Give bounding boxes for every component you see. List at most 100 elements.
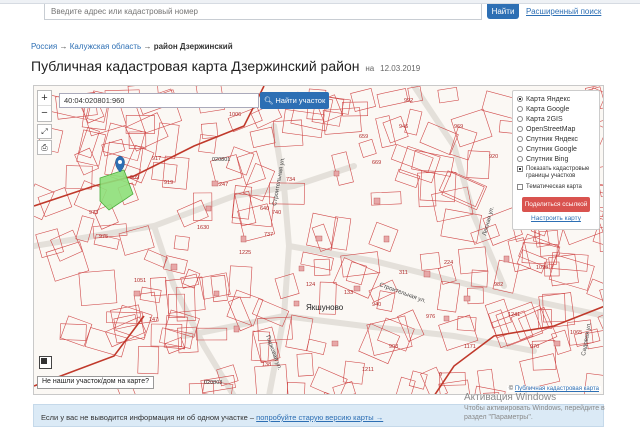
share-link-button[interactable]: Поделиться ссылкой	[522, 197, 590, 212]
parcel-number-label: 992	[404, 98, 413, 104]
parcel-number-label: 982	[494, 282, 503, 288]
watermark-title: Активация Windows	[464, 392, 557, 403]
layer-option[interactable]: Спутник Bing	[517, 154, 595, 164]
selected-parcel[interactable]	[99, 169, 134, 211]
old-version-link[interactable]: попробуйте старую версию карты →	[256, 413, 383, 422]
parcel-number-label: 640	[260, 206, 269, 212]
thematic-map-option[interactable]: Тематическая карта	[517, 184, 595, 191]
zoom-out-button[interactable]: −	[38, 106, 51, 121]
configure-map-link[interactable]: Настроить карту	[517, 215, 595, 222]
base-layer-list: Карта Яндекс Карта Google Карта 2GIS OpenSt…	[517, 94, 595, 164]
find-parcel-label: Найти участок	[275, 96, 326, 105]
thematic-map-label: Тематическая карта	[526, 184, 582, 190]
parcel-number-label: 1630	[197, 225, 209, 231]
parcel-number-label: 1006	[229, 112, 241, 118]
parcel-number-label: 138	[262, 362, 271, 368]
search-button[interactable]: Найти	[487, 4, 519, 19]
radio-icon[interactable]	[517, 106, 523, 112]
layer-option-label: Карта Яндекс	[526, 95, 571, 103]
page-date: 12.03.2019	[380, 64, 421, 73]
zoom-control: + −	[37, 90, 52, 122]
parcel-number-label: 1171	[464, 344, 476, 350]
not-found-button[interactable]: Не нашли участок/дом на карте?	[37, 376, 154, 389]
checkbox-icon[interactable]	[517, 166, 523, 172]
address-search-input[interactable]	[44, 4, 482, 20]
watermark-line: Чтобы активировать Windows, перейдите в	[464, 405, 605, 412]
town-label: Якшуново	[306, 303, 344, 312]
checkbox-icon[interactable]	[517, 184, 523, 190]
location-pin-icon[interactable]	[115, 155, 125, 173]
watermark-line: раздел "Параметры".	[464, 414, 533, 421]
breadcrumb-root[interactable]: Россия	[31, 42, 57, 51]
street-label: Садовая ул.	[581, 322, 593, 357]
parcel-number-label: 920	[489, 154, 498, 160]
layer-option[interactable]: OpenStreetMap	[517, 124, 595, 134]
parcel-number-label: 737	[264, 232, 273, 238]
parcel-number-label: 917	[152, 156, 161, 162]
parcel-number-label: 124	[306, 282, 315, 288]
parcel-number-label: 1211	[362, 367, 374, 373]
header-search: Найти Расширенный поиск	[0, 4, 640, 22]
breadcrumb-arrow-icon: →	[143, 42, 154, 51]
parcel-number-label: 659	[359, 134, 368, 140]
zoom-in-button[interactable]: +	[38, 91, 51, 106]
parcel-number-label: 976	[426, 314, 435, 320]
print-icon[interactable]: ⎙	[37, 140, 52, 155]
cadastral-block-label: 020803	[204, 380, 222, 386]
parcel-number-label: 973	[89, 210, 98, 216]
layer-option[interactable]: Карта 2GIS	[517, 114, 595, 124]
parcel-number-label: 903	[389, 344, 398, 350]
cadastral-block-label: 020801	[212, 157, 230, 163]
cadastral-map[interactable]: 917 975 973 909 919 1051 1006 147 247 734 659 669 99…	[33, 85, 604, 395]
breadcrumb-region[interactable]: Калужская область	[70, 42, 142, 51]
parcel-number-label: 975	[99, 234, 108, 240]
radio-icon[interactable]	[517, 136, 523, 142]
radio-icon[interactable]	[517, 156, 523, 162]
parcel-number-label: 1051	[134, 278, 146, 284]
parcel-number-label: 247	[219, 182, 228, 188]
show-boundaries-option[interactable]: Показать кадастровые границы участков	[517, 166, 595, 180]
parcel-number-label: 311	[399, 270, 408, 276]
parcel-number-label: 734	[286, 177, 295, 183]
cadastral-number-input[interactable]	[59, 93, 259, 108]
radio-icon[interactable]	[517, 96, 523, 102]
parcel-number-label: 940	[372, 302, 381, 308]
parcel-number-label: 1065	[570, 330, 582, 336]
layer-option-label: Карта 2GIS	[526, 115, 563, 123]
advanced-search-link[interactable]: Расширенный поиск	[526, 7, 601, 16]
page-title-text: Публичная кадастровая карта Дзержинский …	[31, 58, 360, 74]
layer-option-label: OpenStreetMap	[526, 125, 576, 133]
layer-toggle-icon[interactable]	[39, 356, 52, 369]
parcel-number-label: 946	[399, 124, 408, 130]
parcel-number-label: 969	[454, 124, 463, 130]
radio-icon[interactable]	[517, 146, 523, 152]
street-label: Лесная ул.	[482, 206, 496, 237]
parcel-number-label: 1225	[239, 250, 251, 256]
breadcrumb: Россия → Калужская область → район Дзерж…	[31, 42, 233, 51]
layer-option[interactable]: Спутник Яндекс	[517, 134, 595, 144]
street-label: Строительная ул.	[378, 282, 427, 305]
parcel-number-label: 669	[372, 160, 381, 166]
layer-option-label: Спутник Яндекс	[526, 135, 578, 143]
fullscreen-icon[interactable]: ⤢	[37, 124, 52, 139]
radio-icon[interactable]	[517, 116, 523, 122]
parcel-number-label: 909	[130, 175, 139, 181]
show-boundaries-label: Показать кадастровые границы участков	[526, 166, 590, 179]
radio-icon[interactable]	[517, 126, 523, 132]
layer-option[interactable]: Карта Google	[517, 104, 595, 114]
parcel-number-label: 224	[444, 260, 453, 266]
layer-option-label: Спутник Google	[526, 145, 577, 153]
parcel-number-label: 1098	[536, 265, 548, 271]
layer-option[interactable]: Спутник Google	[517, 144, 595, 154]
windows-activation-watermark: Активация Windows Чтобы активировать Win…	[464, 392, 605, 422]
layer-option-label: Карта Google	[526, 105, 570, 113]
parcel-number-label: 9	[439, 372, 442, 378]
breadcrumb-arrow-icon: →	[59, 42, 70, 51]
find-parcel-button[interactable]: 🔍︎ Найти участок	[260, 92, 329, 109]
layers-panel: Карта Яндекс Карта Google Карта 2GIS OpenSt…	[512, 90, 600, 230]
parcel-number-label: 147	[149, 317, 158, 323]
search-icon: 🔍︎	[263, 96, 274, 105]
parcel-number-label: 1241	[508, 312, 520, 318]
layer-option[interactable]: Карта Яндекс	[517, 94, 595, 104]
parcel-number-label: 740	[272, 210, 281, 216]
